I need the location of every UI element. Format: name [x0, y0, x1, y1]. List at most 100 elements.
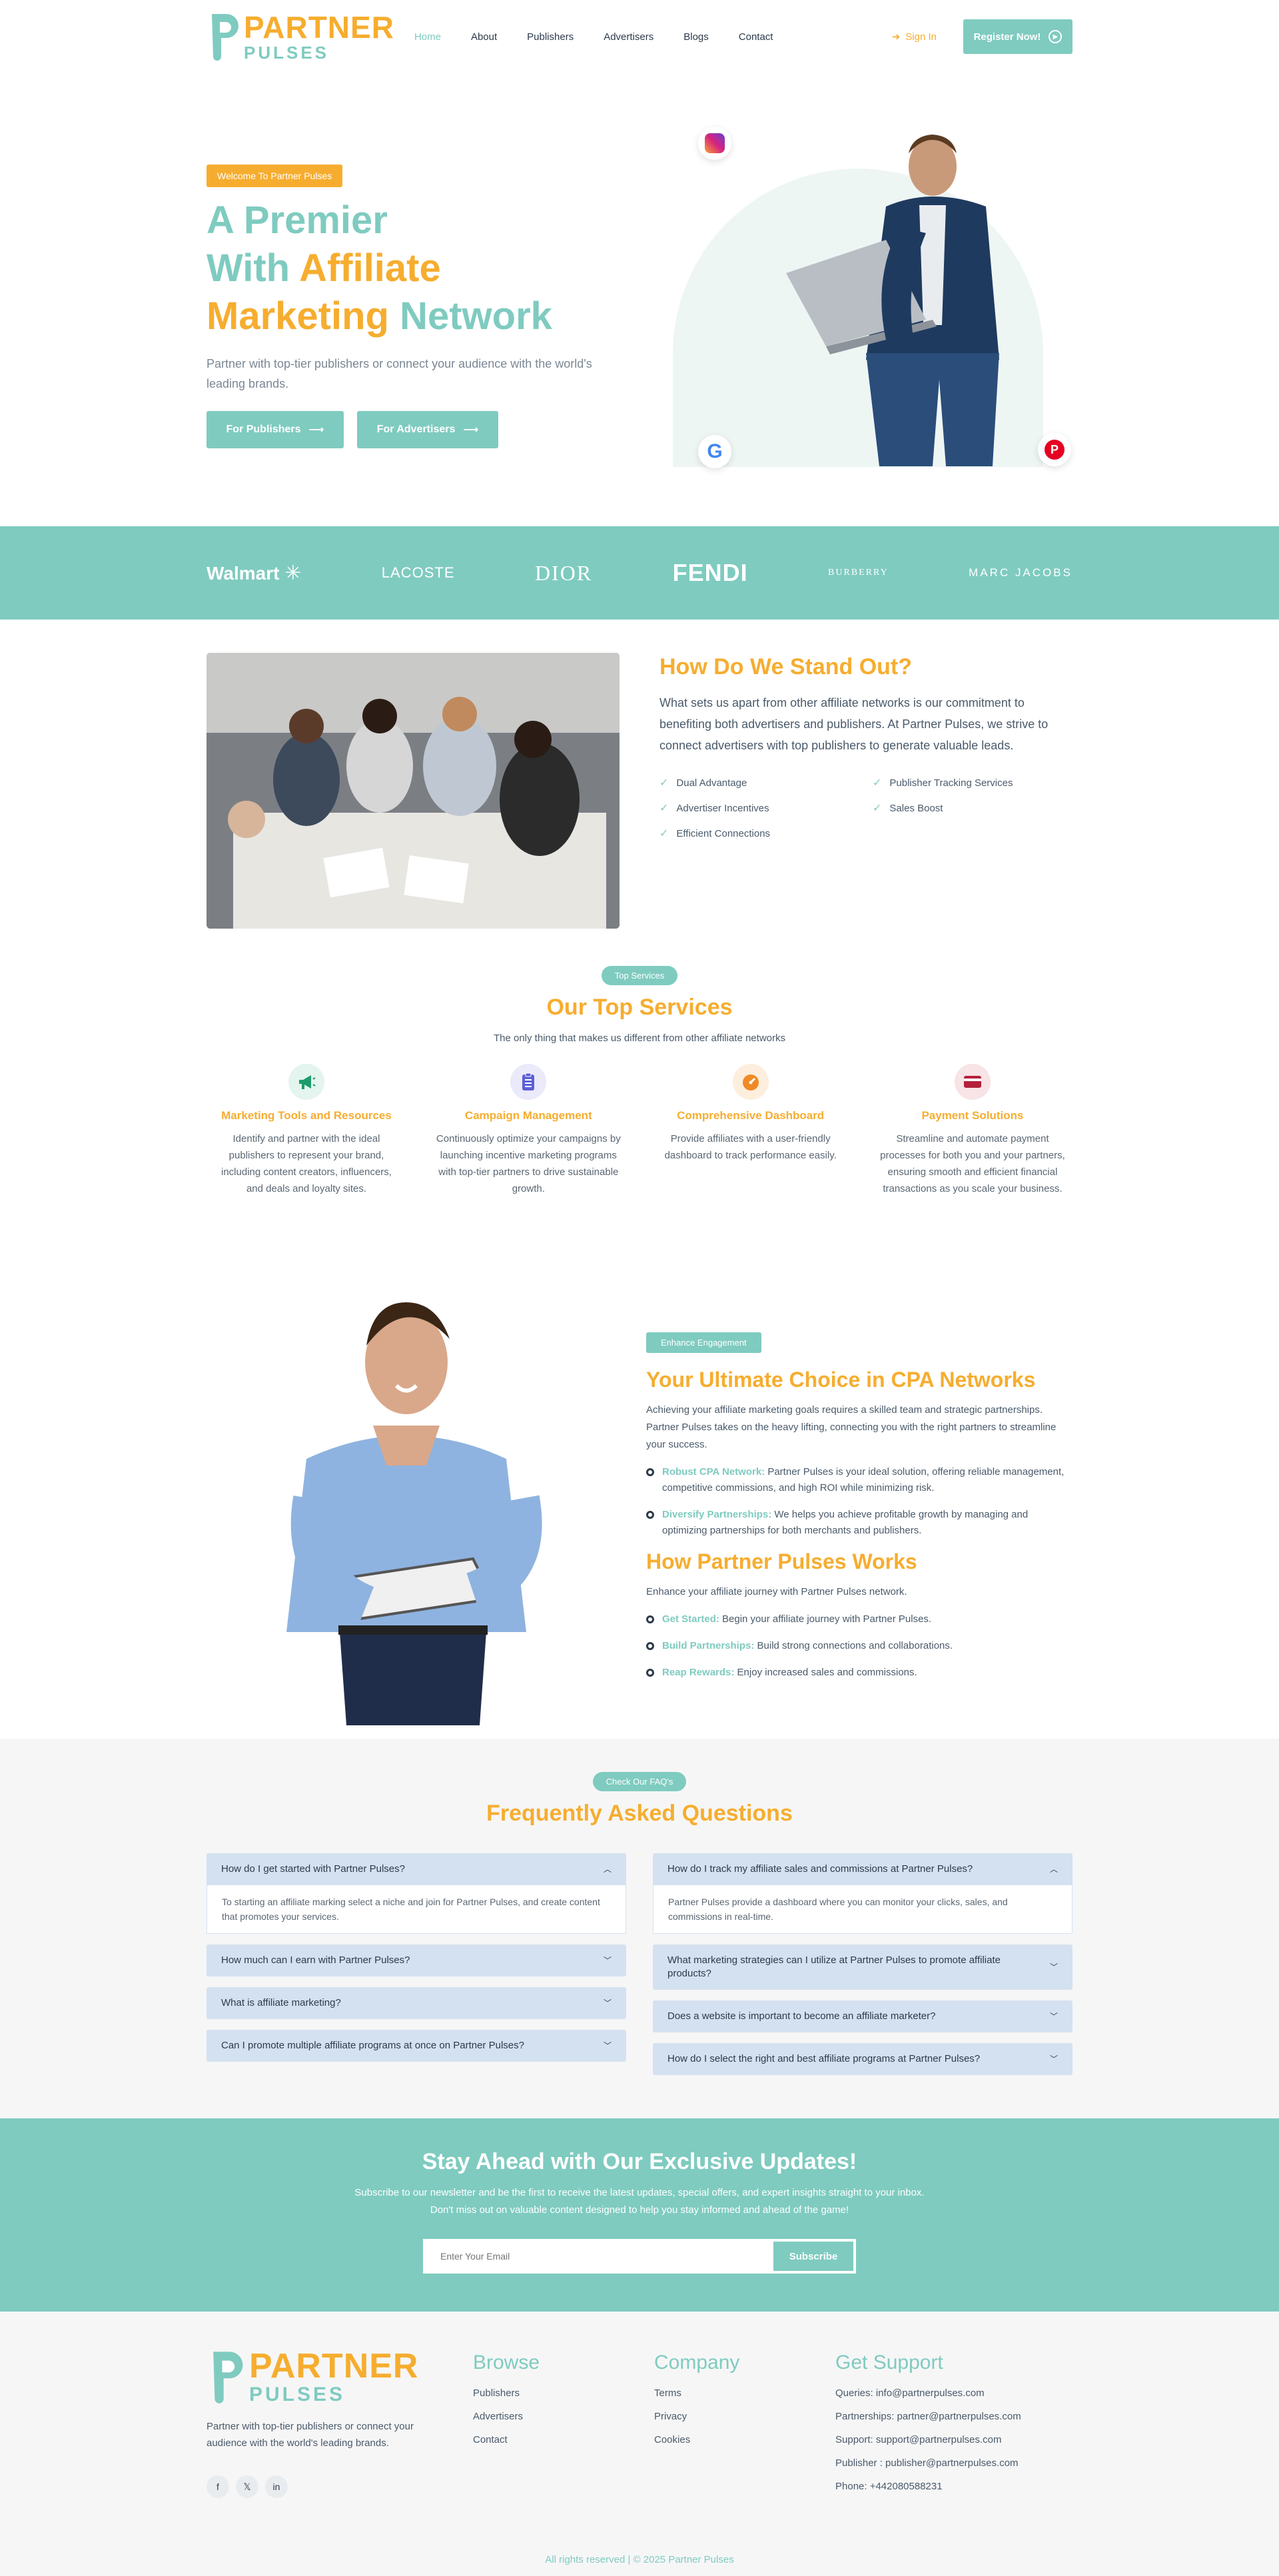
brand-logo-lacoste: LACOSTE [381, 564, 455, 581]
hero-visual: G P [673, 127, 1072, 473]
list-item: Build Partnerships: Build strong connect… [646, 1638, 1072, 1654]
faq-badge: Check Our FAQ's [592, 1772, 687, 1791]
support-support-email[interactable]: Support: support@partnerpulses.com [835, 2434, 1021, 2445]
for-advertisers-button[interactable]: For Advertisers ⟶ [357, 411, 498, 448]
nav-contact[interactable]: Contact [739, 31, 773, 43]
cpa-text: Achieving your affiliate marketing goals… [646, 1404, 1057, 1450]
bullet-icon [646, 1511, 654, 1519]
faq-section: Check Our FAQ's Frequently Asked Questio… [0, 1739, 1279, 2118]
footer-link-cookies[interactable]: Cookies [654, 2434, 739, 2445]
bullet-icon [646, 1468, 654, 1476]
nav-about[interactable]: About [471, 31, 497, 43]
chevron-down-icon: ﹀ [1049, 2012, 1058, 2021]
newsletter-section: Stay Ahead with Our Exclusive Updates! S… [0, 2118, 1279, 2312]
support-partnerships-email[interactable]: Partnerships: partner@partnerpulses.com [835, 2411, 1021, 2422]
brand-logo-dior: DIOR [534, 560, 593, 585]
footer-company: Company Terms Privacy Cookies [654, 2352, 740, 2445]
footer-link-terms[interactable]: Terms [654, 2387, 739, 2399]
bullet-icon [646, 1669, 654, 1677]
faq-answer: To starting an affiliate marking select … [207, 1885, 626, 1934]
clipboard-list-icon [510, 1064, 547, 1100]
for-publishers-button[interactable]: For Publishers ⟶ [207, 411, 344, 448]
services-title: Our Top Services [546, 995, 733, 1020]
feature-item: ✓ Efficient Connections [659, 827, 771, 840]
steps-list: Get Started: Begin your affiliate journe… [646, 1611, 1072, 1681]
faq-answer: Partner Pulses provide a dashboard where… [653, 1885, 1072, 1934]
chevron-down-icon: ﹀ [603, 1998, 612, 2008]
man-with-laptop-image [786, 135, 999, 466]
faq-question[interactable]: How do I get started with Partner Pulses… [207, 1853, 626, 1885]
list-item: Diversify Partnerships: We helps you ach… [646, 1507, 1072, 1539]
copyright: All rights reserved | © 2025 Partner Pul… [545, 2554, 734, 2565]
footer-description: Partner with top-tier publishers or conn… [207, 2421, 414, 2449]
subscribe-button[interactable]: Subscribe [773, 2242, 853, 2271]
newsletter-form: Subscribe [423, 2239, 856, 2274]
services-badge: Top Services [601, 966, 678, 985]
x-twitter-icon[interactable]: 𝕏 [236, 2475, 258, 2498]
feature-checklist: ✓ Dual Advantage ✓ Publisher Tracking Serv… [659, 776, 1072, 840]
check-icon: ✓ [659, 803, 669, 814]
faq-question[interactable]: What is affiliate marketing? ﹀ [207, 1987, 626, 2019]
feature-item: ✓ Sales Boost [873, 802, 943, 815]
support-phone[interactable]: Phone: +442080588231 [835, 2481, 1021, 2492]
faq-question[interactable]: What marketing strategies can I utilize … [653, 1944, 1072, 1990]
hero-badge: Welcome To Partner Pulses [207, 165, 343, 187]
footer-link-contact[interactable]: Contact [473, 2434, 540, 2445]
register-button[interactable]: Register Now! ▶ [963, 19, 1072, 54]
faq-title: Frequently Asked Questions [486, 1801, 793, 1826]
logo-name-top: PARTNER [244, 10, 394, 45]
logo[interactable]: PARTNER PULSES [207, 11, 394, 62]
brand-logo-fendi: FENDI [672, 559, 748, 586]
support-queries-email[interactable]: Queries: info@partnerpulses.com [835, 2387, 1021, 2399]
faq-question[interactable]: Does a website is important to become an… [653, 2000, 1072, 2032]
bullet-icon [646, 1615, 654, 1623]
how-it-works-text: Enhance your affiliate journey with Part… [646, 1586, 907, 1597]
service-card: Campaign Management Continuously optimiz… [435, 1064, 622, 1197]
footer-link-publishers[interactable]: Publishers [473, 2387, 540, 2399]
brand-logo-marc-jacobs: MARC JACOBS [969, 566, 1072, 579]
facebook-icon[interactable]: f [207, 2475, 229, 2498]
support-publisher-email[interactable]: Publisher : publisher@partnerpulses.com [835, 2457, 1021, 2469]
linkedin-icon[interactable]: in [265, 2475, 288, 2498]
footer-brand: PARTNER PULSES Partner with top-tier pub… [207, 2349, 446, 2498]
feature-item: ✓ Publisher Tracking Services [873, 777, 1013, 789]
faq-question[interactable]: How do I select the right and best affil… [653, 2043, 1072, 2075]
brand-logo-walmart: Walmart ✳ [207, 562, 302, 584]
services-subtitle: The only thing that makes us different f… [493, 1033, 785, 1044]
arrow-right-icon: ⟶ [308, 424, 324, 436]
faq-question[interactable]: How much can I earn with Partner Pulses?… [207, 1944, 626, 1976]
nav-publishers[interactable]: Publishers [527, 31, 574, 43]
brands-strip: Walmart ✳ LACOSTE DIOR FENDI BURBERRY MA… [0, 526, 1279, 620]
stand-out-title: How Do We Stand Out? [659, 654, 913, 679]
stand-out-section: How Do We Stand Out? What sets us apart … [207, 620, 1072, 966]
service-card: Payment Solutions Streamline and automat… [879, 1064, 1066, 1197]
instagram-icon [698, 127, 731, 160]
brand-logo-burberry: BURBERRY [828, 568, 889, 578]
bullet-icon [646, 1642, 654, 1650]
footer-link-advertisers[interactable]: Advertisers [473, 2411, 540, 2422]
cpa-section: Enhance Engagement Your Ultimate Choice … [207, 1286, 1072, 1739]
arrow-right-icon: ⟶ [463, 424, 479, 436]
check-icon: ✓ [873, 777, 882, 789]
stand-out-text: What sets us apart from other affiliate … [659, 696, 1049, 752]
footer-logo[interactable]: PARTNER PULSES [207, 2349, 446, 2405]
nav-home[interactable]: Home [414, 31, 441, 43]
credit-card-icon [954, 1064, 991, 1100]
faq-question[interactable]: How do I track my affiliate sales and co… [653, 1853, 1072, 1885]
footer-support: Get Support Queries: info@partnerpulses.… [835, 2352, 1021, 2492]
list-item: Get Started: Begin your affiliate journe… [646, 1611, 1072, 1627]
check-icon: ✓ [659, 777, 669, 789]
chevron-down-icon: ﹀ [1049, 1962, 1058, 1972]
nav-advertisers[interactable]: Advertisers [604, 31, 653, 43]
nav-blogs[interactable]: Blogs [683, 31, 709, 43]
chevron-up-icon: ︿ [1049, 1865, 1058, 1874]
logo-name-bottom: PULSES [244, 43, 330, 63]
faq-question[interactable]: Can I promote multiple affiliate program… [207, 2030, 626, 2062]
sign-in-icon: ➜ [891, 31, 901, 43]
list-item: Reap Rewards: Enjoy increased sales and … [646, 1665, 1072, 1681]
logo-mark-icon [212, 14, 238, 61]
email-input[interactable] [426, 2242, 773, 2271]
footer-link-privacy[interactable]: Privacy [654, 2411, 739, 2422]
sign-in-link[interactable]: ➜ Sign In [892, 31, 937, 43]
feature-item: ✓ Dual Advantage [659, 777, 747, 789]
